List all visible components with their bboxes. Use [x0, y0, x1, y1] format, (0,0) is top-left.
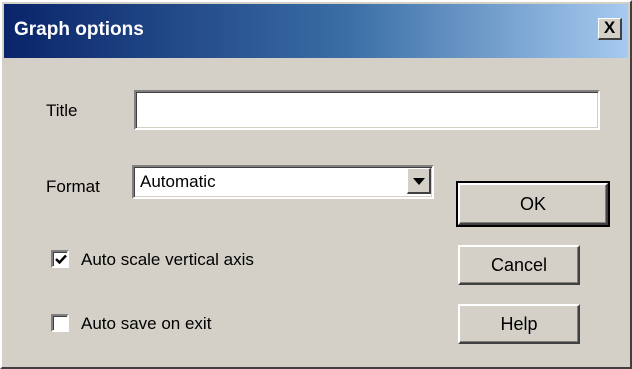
- close-button[interactable]: X: [598, 18, 622, 40]
- auto-scale-checkbox[interactable]: [51, 250, 69, 268]
- format-select[interactable]: Automatic: [132, 165, 434, 199]
- dialog-title: Graph options: [14, 19, 144, 40]
- auto-save-checkbox[interactable]: [51, 314, 69, 332]
- format-label: Format: [46, 177, 100, 196]
- title-input[interactable]: [134, 90, 600, 130]
- title-label: Title: [46, 101, 78, 120]
- format-selected-value: Automatic: [140, 172, 216, 191]
- help-button-label: Help: [500, 314, 538, 334]
- cancel-button-label: Cancel: [490, 255, 548, 275]
- ok-button[interactable]: OK: [456, 181, 610, 227]
- format-dropdown-button[interactable]: [407, 168, 431, 194]
- close-icon: X: [603, 18, 616, 37]
- title-bar[interactable]: Graph options X: [4, 4, 628, 58]
- cancel-button[interactable]: Cancel: [458, 245, 580, 285]
- checkmark-icon: [55, 254, 67, 265]
- auto-scale-label[interactable]: Auto scale vertical axis: [81, 250, 254, 270]
- auto-save-label[interactable]: Auto save on exit: [81, 314, 211, 334]
- chevron-down-icon: [413, 178, 425, 185]
- ok-button-label: OK: [519, 194, 546, 214]
- graph-options-dialog: Graph options X Title Format Automatic A…: [0, 0, 632, 369]
- help-button[interactable]: Help: [458, 304, 580, 344]
